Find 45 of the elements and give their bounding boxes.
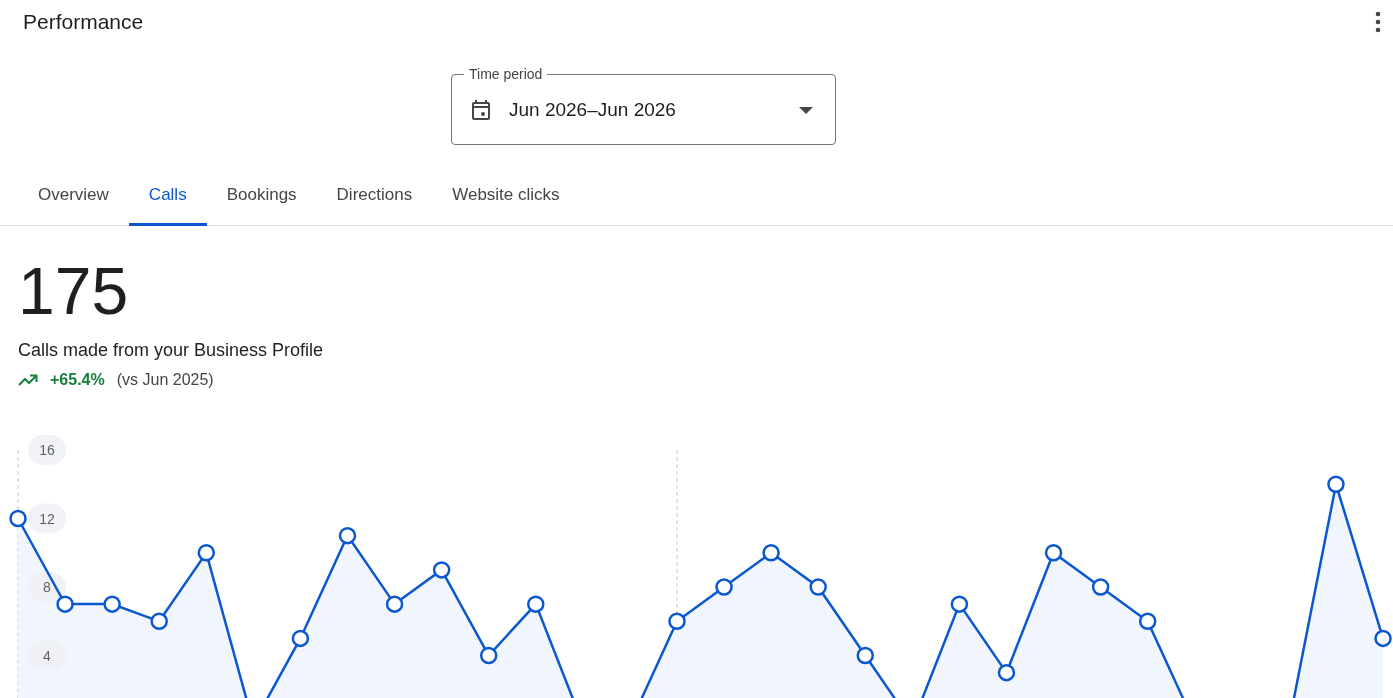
data-point[interactable] — [1374, 629, 1392, 648]
caret-icon — [799, 106, 813, 114]
data-point[interactable] — [1044, 544, 1063, 562]
trending-up-icon — [18, 374, 38, 386]
data-point[interactable] — [950, 595, 969, 613]
data-point[interactable] — [1091, 578, 1110, 596]
data-point[interactable] — [715, 578, 733, 596]
data-point[interactable] — [432, 561, 451, 579]
metric-description: Calls made from your Business Profile — [18, 340, 325, 361]
data-point[interactable] — [385, 595, 404, 613]
data-point[interactable] — [856, 646, 874, 665]
data-point[interactable] — [527, 595, 545, 613]
data-point[interactable] — [103, 595, 121, 613]
data-point[interactable] — [762, 544, 780, 562]
data-point[interactable] — [668, 612, 686, 630]
y-tick-label: 8 — [43, 579, 52, 595]
data-point[interactable] — [1138, 612, 1157, 630]
y-axis-label: 12 — [28, 503, 66, 534]
tab[interactable]: Calls — [128, 173, 207, 226]
page-title: Performance — [23, 10, 144, 34]
calendar-icon — [469, 98, 493, 122]
data-point[interactable] — [150, 612, 168, 630]
comparison-text: (vs Jun 2025) — [116, 371, 214, 389]
data-point[interactable] — [479, 646, 498, 665]
y-axis-label: 16 — [28, 435, 66, 465]
data-point[interactable] — [1327, 475, 1345, 493]
time-period-dropdown[interactable]: Time period Jun 2026–Jun 2026 — [451, 66, 836, 145]
tab[interactable]: Overview — [18, 173, 129, 226]
data-point[interactable] — [9, 509, 27, 528]
more-options-icon[interactable] — [1375, 11, 1381, 33]
field-label: Time period — [468, 66, 544, 82]
data-point[interactable] — [197, 544, 216, 562]
tab[interactable]: Directions — [316, 173, 433, 226]
y-tick-label: 4 — [43, 647, 52, 664]
tab[interactable]: Website clicks — [432, 173, 580, 226]
y-tick-label: 16 — [39, 442, 55, 458]
data-point[interactable] — [809, 578, 827, 596]
data-point[interactable] — [291, 629, 310, 648]
data-point[interactable] — [997, 663, 1016, 682]
change-percentage: +65.4% — [50, 371, 105, 389]
tab[interactable]: Bookings — [206, 173, 317, 226]
data-point[interactable] — [56, 595, 74, 613]
y-tick-label: 12 — [39, 510, 55, 527]
data-point[interactable] — [338, 526, 357, 545]
metric-value: 175 — [18, 256, 130, 326]
